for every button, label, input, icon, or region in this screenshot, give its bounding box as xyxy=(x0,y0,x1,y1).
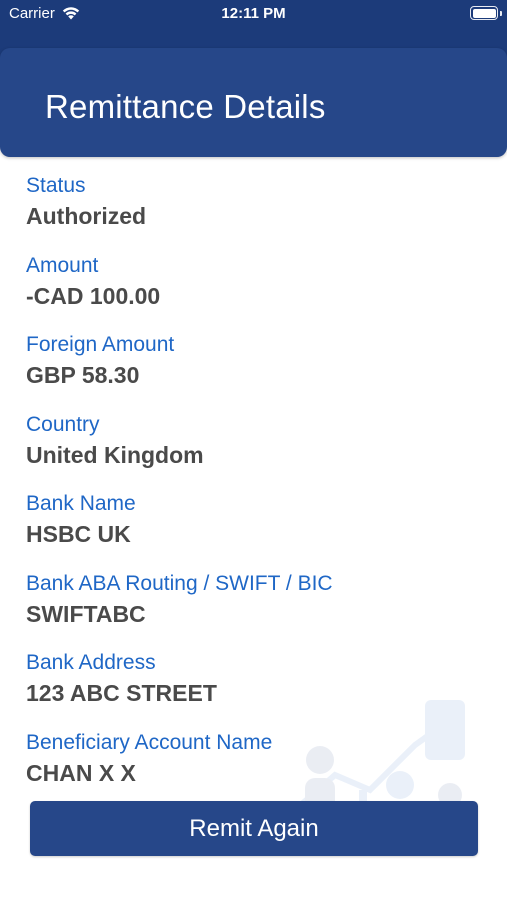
status-bar: Carrier 12:11 PM xyxy=(0,0,507,30)
battery-tip xyxy=(500,11,502,16)
field-value: GBP 58.30 xyxy=(26,362,140,388)
field-label: Status xyxy=(26,174,86,197)
field-value: SWIFTABC xyxy=(26,600,146,627)
field-value: United Kingdom xyxy=(26,441,204,468)
field-country: Country United Kingdom xyxy=(26,411,486,491)
field-amount: Amount -CAD 100.00 xyxy=(26,252,486,332)
field-value: Authorized xyxy=(26,203,147,229)
field-label: Bank ABA Routing / SWIFT / BIC xyxy=(26,571,333,595)
remit-again-button[interactable]: Remit Again xyxy=(30,801,478,856)
field-label: Country xyxy=(26,412,100,436)
battery-icon xyxy=(470,6,498,20)
field-label: Bank Name xyxy=(26,492,136,515)
field-status: Status Authorized xyxy=(26,172,486,252)
field-bank-name: Bank Name HSBC UK xyxy=(26,490,486,570)
field-value: HSBC UK xyxy=(26,521,131,547)
field-label: Amount xyxy=(26,253,99,277)
field-bank-routing: Bank ABA Routing / SWIFT / BIC SWIFTABC xyxy=(26,570,486,650)
field-foreign-amount: Foreign Amount GBP 58.30 xyxy=(26,331,486,411)
field-value: -CAD 100.00 xyxy=(26,282,161,309)
field-label: Foreign Amount xyxy=(26,333,175,356)
clock-time: 12:11 PM xyxy=(221,5,286,22)
page-title: Remittance Details xyxy=(45,88,326,125)
field-label: Bank Address xyxy=(26,651,156,674)
